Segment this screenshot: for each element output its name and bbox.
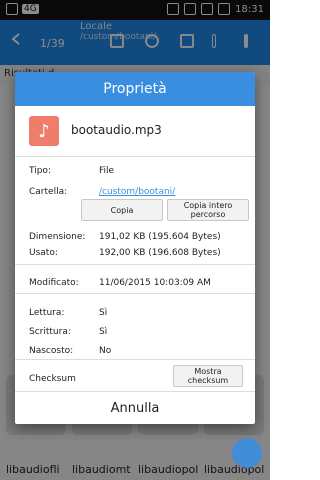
cancel-button[interactable]: Annulla	[15, 391, 255, 424]
cartella-label: Cartella:	[29, 187, 68, 197]
checksum-label: Checksum	[29, 374, 76, 384]
modificato-value: 11/06/2015 10:03:09 AM	[99, 278, 211, 288]
dimensione-value: 191,02 KB (195.604 Bytes)	[99, 232, 221, 242]
tipo-label: Tipo:	[29, 166, 51, 176]
usato-value: 192,00 KB (196.608 Bytes)	[99, 248, 221, 258]
sync-icon[interactable]	[232, 438, 262, 468]
scrittura-label: Scrittura:	[29, 327, 71, 337]
dimensione-label: Dimensione:	[29, 232, 86, 242]
dialog-title: Proprietà	[15, 72, 255, 106]
file-header: ♪ bootaudio.mp3	[15, 106, 255, 157]
nascosto-label: Nascosto:	[29, 346, 74, 356]
divider	[15, 264, 255, 265]
modificato-label: Modificato:	[29, 278, 79, 288]
show-checksum-button[interactable]: Mostra checksum	[173, 365, 243, 387]
copy-button[interactable]: Copia	[81, 199, 163, 221]
music-note-icon: ♪	[29, 116, 59, 146]
file-name: bootaudio.mp3	[71, 123, 162, 137]
cartella-link[interactable]: /custom/bootani/	[99, 187, 175, 197]
lettura-label: Lettura:	[29, 308, 65, 318]
divider	[15, 293, 255, 294]
lettura-value: Sì	[99, 308, 108, 318]
divider	[15, 359, 255, 360]
usato-label: Usato:	[29, 248, 58, 258]
properties-dialog: Proprietà ♪ bootaudio.mp3 Tipo: File Car…	[15, 72, 255, 424]
tipo-value: File	[99, 166, 115, 176]
copy-full-path-button[interactable]: Copia intero percorso	[167, 199, 249, 221]
scrittura-value: Sì	[99, 327, 108, 337]
nascosto-value: No	[99, 346, 112, 356]
